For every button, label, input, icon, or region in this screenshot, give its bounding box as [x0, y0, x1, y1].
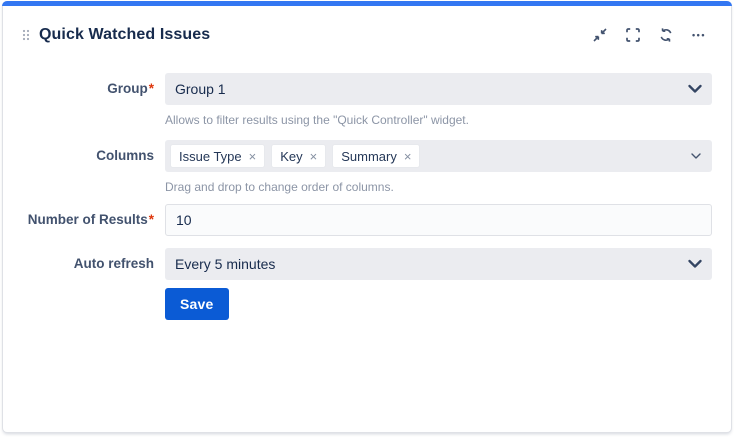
remove-tag-icon[interactable]: × [249, 150, 257, 163]
chevron-down-icon [688, 85, 702, 94]
more-options-glyph: ••• [692, 31, 706, 40]
widget-header: Quick Watched Issues [3, 2, 731, 47]
columns-row: Columns Issue Type × Key × Summary × Drag a… [3, 140, 712, 204]
save-button[interactable]: Save [165, 288, 229, 320]
number-of-results-label: Number of Results* [3, 204, 154, 236]
columns-label: Columns [3, 140, 154, 172]
group-help-text: Allows to filter results using the "Quic… [165, 113, 712, 127]
number-of-results-row: Number of Results* [3, 204, 712, 236]
save-row: Save [3, 288, 712, 320]
more-options-icon[interactable]: ••• [687, 23, 711, 47]
group-label: Group* [3, 73, 154, 105]
chevron-down-icon [688, 260, 702, 269]
columns-help-text: Drag and drop to change order of columns… [165, 180, 712, 194]
collapse-icon[interactable] [588, 23, 612, 47]
group-select[interactable]: Group 1 [165, 73, 712, 105]
chevron-down-icon [691, 153, 701, 159]
refresh-icon[interactable] [654, 23, 678, 47]
remove-tag-icon[interactable]: × [404, 150, 412, 163]
auto-refresh-label: Auto refresh [3, 248, 154, 280]
group-label-text: Group [107, 81, 148, 96]
auto-refresh-select[interactable]: Every 5 minutes [165, 248, 712, 280]
widget-accent-bar [2, 1, 732, 6]
tag-label: Summary [341, 149, 397, 164]
column-tag-issue-type[interactable]: Issue Type × [170, 144, 265, 168]
group-select-value: Group 1 [175, 81, 226, 97]
tag-label: Key [280, 149, 302, 164]
column-tag-summary[interactable]: Summary × [332, 144, 420, 168]
required-asterisk: * [149, 81, 154, 96]
drag-handle-icon[interactable] [22, 29, 30, 41]
required-asterisk: * [149, 212, 154, 227]
maximize-icon[interactable] [621, 23, 645, 47]
quick-watched-issues-widget: Quick Watched Issues [2, 1, 732, 433]
group-row: Group* Group 1 Allows to filter results … [3, 73, 712, 140]
widget-title: Quick Watched Issues [39, 26, 588, 44]
widget-toolbar: ••• [588, 23, 711, 47]
tag-label: Issue Type [179, 149, 242, 164]
auto-refresh-select-value: Every 5 minutes [175, 256, 275, 272]
widget-settings-form: Group* Group 1 Allows to filter results … [3, 73, 731, 320]
columns-multiselect[interactable]: Issue Type × Key × Summary × [165, 140, 712, 172]
number-of-results-input[interactable] [165, 204, 712, 236]
number-of-results-label-text: Number of Results [28, 212, 148, 227]
column-tag-key[interactable]: Key × [271, 144, 326, 168]
auto-refresh-row: Auto refresh Every 5 minutes [3, 248, 712, 280]
remove-tag-icon[interactable]: × [310, 150, 318, 163]
